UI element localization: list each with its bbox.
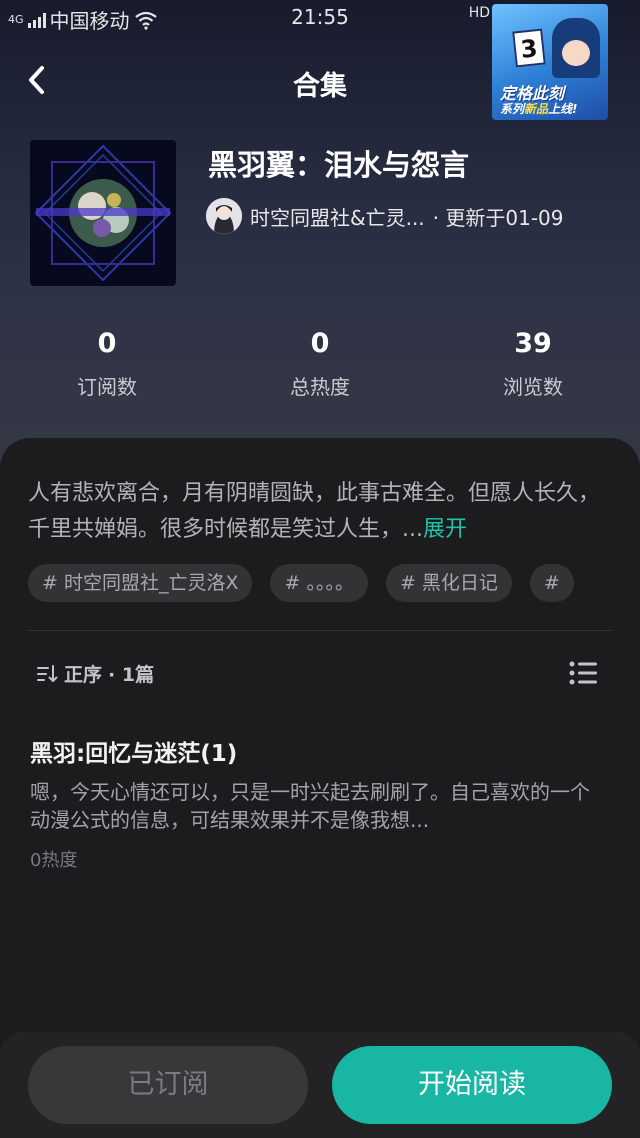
stat-label: 订阅数 [77,375,137,399]
promo-calendar: 3 [512,28,546,68]
author-row[interactable]: 时空同盟社&亡灵... · 更新于01-09 [206,198,564,234]
stat-label: 总热度 [290,375,350,399]
chapter-title[interactable]: 黑羽:回忆与迷茫(1) [30,734,237,768]
stat-label: 浏览数 [503,375,563,399]
tag-list: # 时空同盟社_亡灵洛X # 。。。。 # 黑化日记 # [28,564,640,602]
album-cover [30,140,176,286]
description-text: 人有悲欢离合，月有阴晴圆缺，此事古难全。但愿人长久，千里共婵娟。很多时候都是笑过… [28,481,601,542]
tag-chip[interactable]: # [529,564,574,602]
expand-link[interactable]: 展开 [423,517,467,542]
promo-badge[interactable]: 3 定格此刻 系列新品上线! [492,4,608,120]
album-description: 人有悲欢离合，月有阴晴圆缺，此事古难全。但愿人长久，千里共婵娟。很多时候都是笑过… [28,476,614,548]
catalog-list-button[interactable] [568,660,598,686]
stat-views: 39 浏览数 [458,328,608,400]
author-avatar[interactable] [206,198,242,234]
list-icon [569,661,597,685]
start-reading-button[interactable]: 开始阅读 [332,1046,612,1124]
hd-label: HD [468,5,490,21]
album-title: 黑羽翼：泪水与怨言 [208,148,470,182]
sort-icon [37,664,58,682]
sort-order-label: 正序 [64,664,103,686]
chapter-count: · 1篇 [108,664,155,686]
tag-chip[interactable]: # 黑化日记 [385,564,512,602]
promo-character-image [552,18,600,78]
chapter-excerpt[interactable]: 嗯，今天心情还可以，只是一时兴起去刷刷了。自己喜欢的一个动漫公式的信息，可结果效… [30,778,596,834]
promo-subtitle: 系列新品上线! [500,102,578,116]
subscribed-button[interactable]: 已订阅 [28,1046,308,1124]
tag-chip[interactable]: # 时空同盟社_亡灵洛X [28,564,253,602]
stat-heat: 0 总热度 [245,328,395,400]
tag-chip[interactable]: # 。。。。 [270,564,368,602]
status-right: HD [469,5,490,21]
divider [28,630,612,631]
stat-value: 0 [310,328,330,359]
author-name[interactable]: 时空同盟社&亡灵... [250,202,425,231]
stat-value: 39 [514,328,552,359]
stat-subscriptions: 0 订阅数 [32,328,182,400]
sort-toggle[interactable]: 正序 · 1篇 [36,660,154,687]
stat-value: 0 [97,328,117,359]
update-date: · 更新于01-09 [432,205,564,230]
chapter-heat: 0热度 [30,850,78,871]
